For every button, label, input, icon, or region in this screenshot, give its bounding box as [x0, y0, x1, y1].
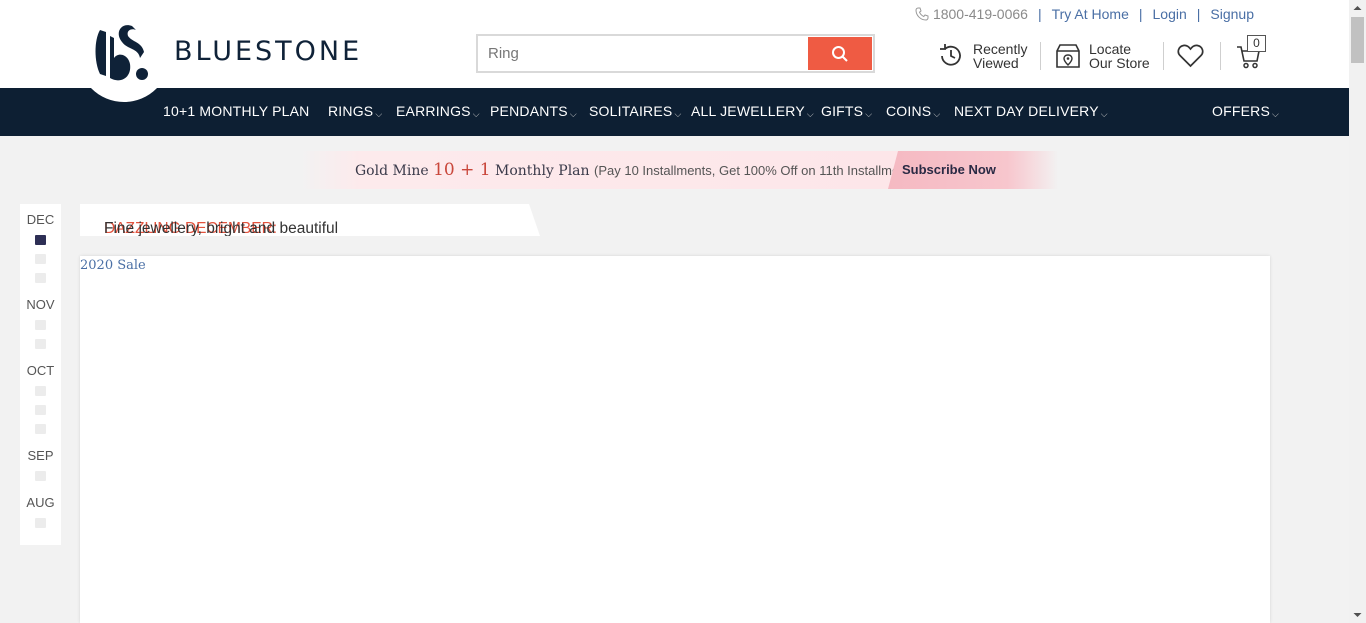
timeline-dot[interactable]: [35, 518, 46, 528]
timeline-dot[interactable]: [35, 235, 46, 245]
wishlist-heart-icon[interactable]: [1177, 43, 1204, 68]
nav-item-rings[interactable]: RINGS ⌵: [328, 88, 382, 136]
nav-item-solitaires[interactable]: SOLITAIRES ⌵: [589, 88, 681, 136]
locate-label-1: Locate: [1089, 41, 1132, 57]
chevron-down-icon: ⌵: [806, 109, 814, 119]
promo-middle: Monthly Plan: [490, 163, 594, 179]
nav-item-all-jewellery[interactable]: ALL JEWELLERY ⌵: [691, 88, 814, 136]
nav-label: PENDANTS: [490, 103, 568, 119]
nav-label: EARRINGS: [396, 103, 471, 119]
promo-highlight: 10 + 1: [433, 160, 491, 180]
chevron-down-icon: ⌵: [1100, 109, 1108, 119]
scroll-up-arrow-icon[interactable]: [1349, 0, 1366, 17]
phone-link[interactable]: 1800-419-0066: [915, 6, 1028, 22]
store-locator-icon: [1056, 44, 1080, 68]
monthly-plan-banner[interactable]: Gold Mine 10 + 1 Monthly Plan (Pay 10 In…: [300, 151, 1060, 189]
try-at-home-link[interactable]: Try At Home: [1052, 6, 1129, 22]
link-separator: |: [1196, 6, 1201, 22]
signup-link[interactable]: Signup: [1210, 6, 1254, 22]
recently-viewed-label-1: Recently: [973, 41, 1028, 57]
chevron-down-icon: ⌵: [375, 109, 383, 119]
search-box: [476, 34, 875, 73]
link-separator: |: [1138, 6, 1143, 22]
timeline-dot[interactable]: [35, 424, 46, 434]
subscribe-now-button[interactable]: Subscribe Now: [888, 151, 1058, 189]
nav-label: RINGS: [328, 103, 374, 119]
nav-item-monthly-plan[interactable]: 10+1 MONTHLY PLAN: [163, 88, 309, 136]
timeline-month-oct[interactable]: OCT: [20, 363, 61, 378]
brand-name[interactable]: BLUESTONE: [174, 36, 362, 67]
timeline-month-dec[interactable]: DEC: [20, 212, 61, 227]
cart-count-badge[interactable]: 0: [1247, 35, 1266, 52]
phone-icon: [915, 7, 929, 21]
timeline-dot[interactable]: [35, 339, 46, 349]
timeline-month-aug[interactable]: AUG: [20, 495, 61, 510]
nav-item-earrings[interactable]: EARRINGS ⌵: [396, 88, 480, 136]
chevron-down-icon: ⌵: [472, 109, 480, 119]
subscribe-label: Subscribe Now: [902, 162, 996, 177]
timeline-dot[interactable]: [35, 254, 46, 264]
chevron-down-icon: ⌵: [569, 109, 577, 119]
timeline-month-sep[interactable]: SEP: [20, 448, 61, 463]
page-scrollbar[interactable]: [1349, 0, 1366, 623]
timeline-dot[interactable]: [35, 386, 46, 396]
timeline-dot[interactable]: [35, 273, 46, 283]
timeline-month-nov[interactable]: NOV: [20, 297, 61, 312]
history-icon: [940, 44, 961, 66]
search-input[interactable]: [478, 36, 809, 71]
link-separator: |: [1037, 6, 1042, 22]
nav-item-offers[interactable]: OFFERS ⌵: [1212, 88, 1279, 136]
search-button[interactable]: [808, 37, 872, 70]
nav-label: NEXT DAY DELIVERY: [954, 103, 1099, 119]
site-header: BLUESTONE 1800-419-0066 | Try At Home | …: [0, 0, 1349, 102]
locate-store-button[interactable]: Locate Our Store: [1055, 42, 1150, 70]
recently-viewed-button[interactable]: Recently Viewed: [937, 42, 1027, 70]
search-icon: [832, 45, 848, 62]
nav-label: SOLITAIRES: [589, 103, 673, 119]
phone-number: 1800-419-0066: [932, 6, 1028, 22]
header-divider: [1040, 42, 1041, 70]
section-heading: DAZZLING DECEMBER: Fine jewellery, brigh…: [80, 204, 540, 236]
scrollbar-thumb[interactable]: [1351, 17, 1364, 63]
promo-detail: (Pay 10 Installments, Get 100% Off on 11…: [594, 163, 915, 178]
month-timeline: DEC NOV OCT SEP AUG: [20, 204, 61, 545]
timeline-dot[interactable]: [35, 471, 46, 481]
header-divider: [1163, 42, 1164, 70]
chevron-down-icon: ⌵: [865, 109, 873, 119]
main-nav: 10+1 MONTHLY PLAN RINGS ⌵ EARRINGS ⌵ PENDA…: [0, 88, 1349, 136]
nav-label: ALL JEWELLERY: [691, 103, 805, 119]
chevron-down-icon: ⌵: [674, 109, 682, 119]
nav-item-coins[interactable]: COINS ⌵: [886, 88, 940, 136]
section-tagline: Fine jewellery, bright and beautiful: [104, 220, 339, 237]
top-links: 1800-419-0066 | Try At Home | Login | Si…: [915, 6, 1254, 22]
header-divider: [1220, 42, 1221, 70]
bluestone-logo-icon[interactable]: [92, 18, 156, 86]
nav-item-gifts[interactable]: GIFTS ⌵: [821, 88, 872, 136]
nav-label: OFFERS: [1212, 103, 1270, 119]
locate-label-2: Our Store: [1089, 55, 1150, 71]
scroll-down-arrow-icon[interactable]: [1349, 606, 1366, 623]
content-panel: 2020 Sale: [80, 256, 1270, 623]
nav-label: 10+1 MONTHLY PLAN: [163, 103, 310, 119]
timeline-dot[interactable]: [35, 405, 46, 415]
timeline-dot[interactable]: [35, 320, 46, 330]
sale-2020-link[interactable]: 2020 Sale: [80, 258, 146, 273]
nav-label: GIFTS: [821, 103, 864, 119]
chevron-down-icon: ⌵: [1271, 109, 1280, 119]
nav-item-pendants[interactable]: PENDANTS ⌵: [490, 88, 577, 136]
nav-label: COINS: [886, 103, 932, 119]
login-link[interactable]: Login: [1153, 6, 1187, 22]
chevron-down-icon: ⌵: [933, 109, 941, 119]
nav-item-next-day-delivery[interactable]: NEXT DAY DELIVERY ⌵: [954, 88, 1108, 136]
promo-prefix: Gold Mine: [355, 163, 434, 179]
recently-viewed-label-2: Viewed: [973, 55, 1019, 71]
promo-text: Gold Mine 10 + 1 Monthly Plan (Pay 10 In…: [355, 160, 914, 180]
